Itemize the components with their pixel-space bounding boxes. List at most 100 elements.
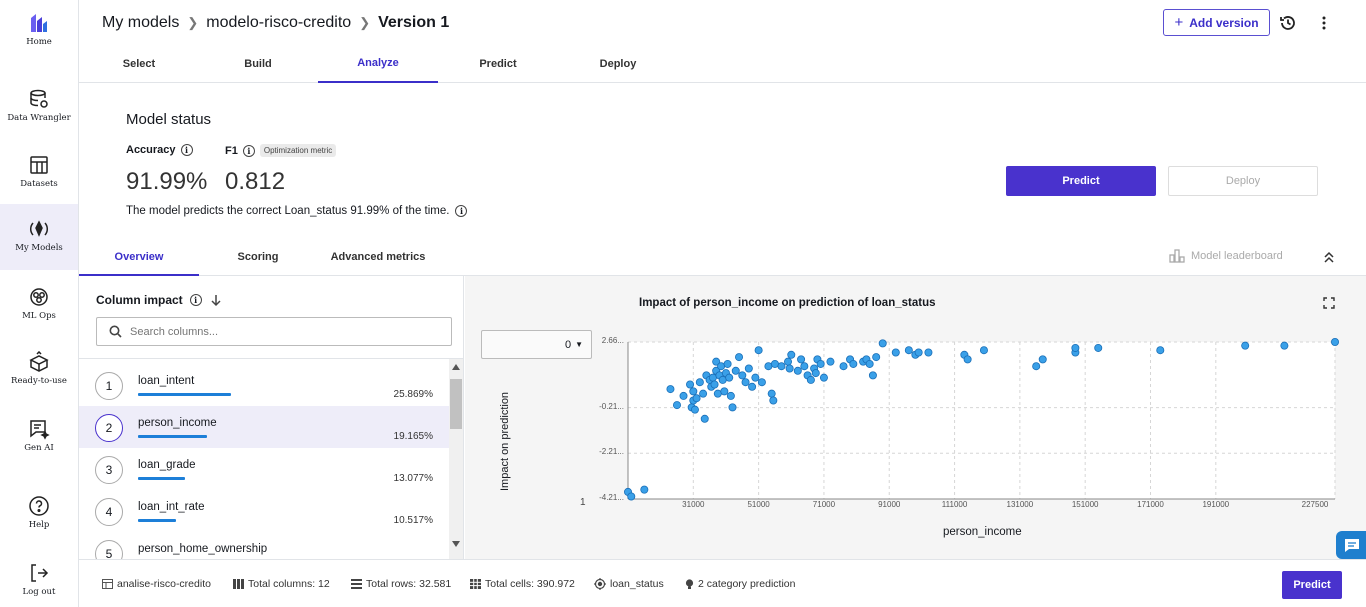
data-point[interactable] [679,391,688,400]
more-options-icon[interactable] [1314,13,1334,33]
data-point[interactable] [811,369,820,378]
tab-select[interactable]: Select [79,45,199,82]
data-point[interactable] [666,385,675,394]
data-point[interactable] [728,403,737,412]
data-point[interactable] [963,355,972,364]
tab-predict[interactable]: Predict [438,45,558,82]
history-icon[interactable] [1278,13,1298,33]
sidebar-item-ml-ops[interactable]: ML Ops [0,286,78,326]
info-icon[interactable]: i [189,294,202,306]
sidebar-item-my-models[interactable]: My Models [0,204,78,270]
sidebar-item-data-wrangler[interactable]: Data Wrangler [0,88,78,128]
data-point[interactable] [723,359,732,368]
data-point[interactable] [720,387,729,396]
data-point[interactable] [751,373,760,382]
list-item[interactable]: 5 person_home_ownership [79,532,449,559]
breadcrumb-my-models[interactable]: My models [102,14,179,32]
data-point[interactable] [806,375,815,384]
list-item[interactable]: 3 loan_grade 13.077% [79,448,449,490]
data-point[interactable] [717,362,726,371]
tab-build[interactable]: Build [198,45,318,82]
collapse-icon[interactable] [1321,249,1337,265]
info-icon[interactable]: i [455,205,468,217]
data-point[interactable] [793,366,802,375]
data-point[interactable] [1156,346,1165,355]
info-icon[interactable]: i [180,144,193,156]
data-point[interactable] [700,414,709,423]
data-point[interactable] [754,346,763,355]
data-point[interactable] [924,348,933,357]
data-point[interactable] [1071,343,1080,352]
data-point[interactable] [914,348,923,357]
data-point[interactable] [735,353,744,362]
sidebar-item-home[interactable]: Home [0,12,78,52]
data-point[interactable] [1241,341,1250,350]
data-point[interactable] [891,348,900,357]
model-leaderboard-button[interactable]: Model leaderboard [1169,249,1283,263]
data-point[interactable] [1280,341,1289,350]
sort-arrow-down-icon[interactable] [209,293,223,307]
scroll-thumb[interactable] [450,379,462,429]
predict-button[interactable]: Predict [1006,166,1156,196]
sidebar-item-gen-ai[interactable]: Gen AI [0,418,78,458]
data-point[interactable] [1038,355,1047,364]
list-item[interactable]: 1 loan_intent 25.869% [79,364,449,406]
add-version-button[interactable]: + Add version [1163,9,1270,36]
data-point[interactable] [826,357,835,366]
data-point[interactable] [777,362,786,371]
sidebar-item-datasets[interactable]: Datasets [0,154,78,194]
search-columns-field[interactable] [96,317,452,346]
data-point[interactable] [785,364,794,373]
data-point[interactable] [718,375,727,384]
sidebar-item-ready-to-use[interactable]: Ready-to-use [0,351,78,391]
info-icon[interactable]: i [242,144,255,157]
data-point[interactable] [769,396,778,405]
tab-advanced-metrics[interactable]: Advanced metrics [318,239,438,275]
data-point[interactable] [819,373,828,382]
data-point[interactable] [640,485,649,494]
breadcrumb-model[interactable]: modelo-risco-credito [206,14,351,32]
data-point[interactable] [797,355,806,364]
data-point[interactable] [787,350,796,359]
data-point[interactable] [726,391,735,400]
data-point[interactable] [713,389,722,398]
sidebar-item-log-out[interactable]: Log out [0,562,78,602]
data-point[interactable] [710,380,719,389]
data-point[interactable] [878,339,887,348]
data-point[interactable] [748,382,757,391]
list-item[interactable]: 2 person_income 19.165% [79,406,449,448]
chat-button[interactable] [1336,531,1366,559]
data-point[interactable] [849,359,858,368]
sidebar-item-help[interactable]: Help [0,495,78,535]
data-point[interactable] [725,373,734,382]
data-point[interactable] [627,492,636,501]
data-point[interactable] [1094,343,1103,352]
data-point[interactable] [672,401,681,410]
data-point[interactable] [686,380,695,389]
tab-analyze[interactable]: Analyze [318,45,438,83]
tab-deploy[interactable]: Deploy [558,45,678,82]
data-point[interactable] [692,394,701,403]
data-point[interactable] [904,346,913,355]
footer-predict-button[interactable]: Predict [1282,571,1342,599]
tab-overview[interactable]: Overview [79,239,199,276]
data-point[interactable] [1032,362,1041,371]
data-point[interactable] [690,405,699,414]
data-point[interactable] [695,378,704,387]
data-point[interactable] [699,389,708,398]
data-point[interactable] [741,378,750,387]
data-point[interactable] [816,359,825,368]
data-point[interactable] [800,362,809,371]
search-columns-input[interactable] [130,325,430,338]
list-item[interactable]: 4 loan_int_rate 10.517% [79,490,449,532]
scroll-up-icon[interactable] [452,364,460,370]
data-point[interactable] [839,362,848,371]
data-point[interactable] [784,357,793,366]
deploy-button[interactable]: Deploy [1168,166,1318,196]
data-point[interactable] [1331,338,1340,347]
data-point[interactable] [767,389,776,398]
data-point[interactable] [770,359,779,368]
list-scrollbar[interactable] [449,359,463,559]
scroll-down-icon[interactable] [452,541,460,547]
data-point[interactable] [738,371,747,380]
